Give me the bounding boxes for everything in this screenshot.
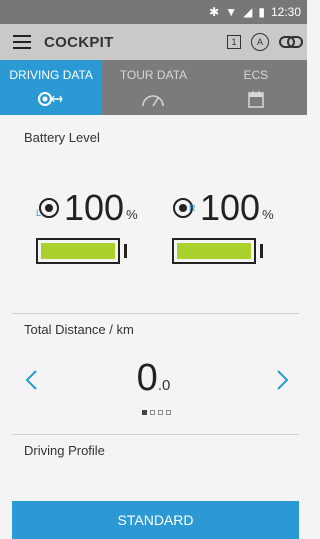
- battery-left: L 100 %: [36, 190, 138, 264]
- hamburger-icon: [13, 35, 31, 49]
- battery-side-label: L: [36, 208, 41, 218]
- status-bar: ✱ ▼ ◢ ▮ 12:30: [0, 0, 307, 24]
- drive-arrows-icon: [38, 92, 63, 106]
- divider: [12, 434, 299, 435]
- driving-profile-label: Driving Profile: [24, 443, 105, 458]
- right-wheel-icon: R: [173, 198, 196, 218]
- page-indicator: [142, 410, 171, 415]
- battery-left-terminal: [124, 244, 127, 258]
- gauge-icon: [142, 95, 165, 107]
- connection-icon[interactable]: [279, 36, 303, 48]
- total-distance-value: 0.0: [0, 357, 307, 400]
- distance-decimal: .0: [157, 377, 171, 394]
- tab-label: ECS: [243, 68, 269, 82]
- battery-left-unit: %: [126, 207, 138, 222]
- battery-left-value: 100: [64, 187, 125, 228]
- battery-right-terminal: [260, 244, 263, 258]
- appbar-actions: 1 A: [227, 33, 303, 51]
- driving-profile-button[interactable]: STANDARD: [12, 501, 299, 539]
- total-distance-label: Total Distance / km: [24, 322, 134, 337]
- page-dot: [158, 410, 163, 415]
- mode-1-icon[interactable]: 1: [227, 35, 241, 49]
- battery-right-unit: %: [262, 207, 274, 222]
- app-bar: COCKPIT 1 A: [0, 24, 307, 60]
- battery-left-gauge: [36, 238, 120, 264]
- battery-right: R 100 %: [172, 190, 274, 264]
- page-dot: [150, 410, 155, 415]
- tab-tour-data[interactable]: TOUR DATA: [102, 60, 205, 115]
- next-arrow-icon[interactable]: [270, 368, 294, 392]
- tab-driving-data[interactable]: DRIVING DATA: [0, 60, 103, 115]
- tab-label: TOUR DATA: [119, 68, 188, 82]
- battery-icon: ▮: [258, 5, 265, 19]
- page-title: COCKPIT: [44, 33, 114, 51]
- left-wheel-icon: L: [36, 198, 59, 218]
- bluetooth-icon: ✱: [209, 5, 220, 19]
- tab-bar: DRIVING DATA TOUR DATA ECS: [0, 60, 307, 115]
- page-dot: [142, 410, 147, 415]
- distance-integer: 0: [136, 357, 158, 399]
- battery-right-value: 100: [200, 187, 261, 228]
- battery-right-fill: [177, 243, 251, 259]
- battery-left-fill: [41, 243, 115, 259]
- status-icons: ✱ ▼ ◢ ▮ 12:30: [209, 4, 301, 20]
- calendar-icon: [248, 91, 264, 108]
- battery-level-label: Battery Level: [24, 130, 100, 145]
- tab-label: DRIVING DATA: [9, 68, 93, 82]
- battery-side-label: R: [189, 203, 196, 213]
- cellular-icon: ◢: [243, 5, 253, 19]
- wifi-icon: ▼: [225, 5, 238, 19]
- tab-ecs[interactable]: ECS: [204, 60, 307, 115]
- status-time: 12:30: [270, 5, 301, 19]
- auto-mode-icon[interactable]: A: [251, 33, 269, 51]
- page-dot: [166, 410, 171, 415]
- menu-button[interactable]: [0, 24, 44, 60]
- battery-right-gauge: [172, 238, 256, 264]
- divider: [12, 313, 299, 314]
